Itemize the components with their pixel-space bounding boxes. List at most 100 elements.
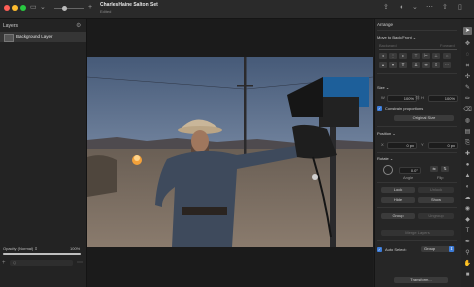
space-v-icon[interactable]: ⇕	[432, 62, 440, 68]
pointer-icon[interactable]: ➤	[463, 27, 472, 35]
chevron-down-icon[interactable]: ⌄	[412, 4, 418, 12]
divider	[377, 73, 457, 74]
width-field[interactable]: 100%	[387, 95, 417, 102]
gradient-icon[interactable]: ▤	[463, 128, 472, 136]
send-backward-icon[interactable]: ▾	[389, 62, 397, 68]
constrain-label: Constrain proportions	[385, 106, 424, 111]
size-section-heading[interactable]: Size ⌄	[377, 85, 389, 90]
share-icon[interactable]: ⇧	[442, 4, 448, 12]
align-middle-icon[interactable]: ⊢	[422, 53, 430, 59]
opacity-label[interactable]: Opacity (Normal) ⇕	[3, 246, 38, 251]
merge-layers-button[interactable]: Merge Layers	[381, 230, 454, 236]
auto-select-checkbox[interactable]: ✓	[377, 247, 382, 252]
zoom-slider[interactable]	[54, 8, 84, 9]
send-back-icon[interactable]: ⇊	[412, 62, 420, 68]
more-icon[interactable]: ⋯	[426, 4, 433, 12]
gear-icon[interactable]: ⚙	[76, 22, 81, 29]
zoom-window-button[interactable]	[20, 5, 26, 11]
chevron-down-icon: ⇕	[449, 246, 454, 252]
document-image[interactable]	[87, 57, 373, 247]
lasso-icon[interactable]: ◌	[463, 51, 472, 59]
backward-label: Backward	[379, 43, 397, 48]
brush-icon[interactable]: ✎	[463, 84, 472, 92]
text-icon[interactable]: T	[463, 227, 472, 235]
unlock-button[interactable]: Unlock	[418, 187, 454, 193]
height-label: H	[421, 95, 424, 100]
move-section-heading[interactable]: Move to Back/Front ⌄	[377, 35, 416, 40]
show-button[interactable]: Show	[418, 197, 454, 203]
space-h-icon[interactable]: ⇹	[422, 62, 430, 68]
zoom-slider-thumb[interactable]	[62, 6, 67, 11]
arrange-order-slider[interactable]	[379, 49, 457, 50]
more-icon[interactable]: ⋯	[77, 259, 83, 266]
align-right-icon[interactable]: ⫸	[399, 53, 407, 59]
close-window-button[interactable]	[4, 5, 10, 11]
zoom-icon[interactable]: ⚲	[463, 249, 472, 257]
crop-icon[interactable]: ⌗	[463, 62, 472, 70]
move-icon[interactable]: ✣	[463, 73, 472, 81]
blur-icon[interactable]: ●	[463, 161, 472, 169]
dodge-icon[interactable]: ◐	[463, 183, 472, 191]
divider	[377, 30, 457, 31]
export-icon[interactable]: ⇪	[383, 4, 389, 12]
heal-icon[interactable]: ✚	[463, 150, 472, 158]
flip-vertical-icon[interactable]: ⇅	[441, 166, 449, 172]
auto-select-value: Group	[424, 246, 436, 251]
angle-label: Angle	[403, 175, 414, 180]
y-field[interactable]: 0 px	[428, 142, 458, 149]
sidebar-toggle-icon[interactable]: ▭	[30, 4, 37, 12]
layer-row[interactable]: Background Layer	[0, 32, 86, 42]
fill-icon[interactable]: ◍	[463, 117, 472, 125]
red-eye-icon[interactable]: ◉	[463, 205, 472, 213]
pencil-icon[interactable]: ✏	[463, 95, 472, 103]
lock-button[interactable]: Lock	[381, 187, 415, 193]
chevron-down-icon[interactable]: ⌄	[40, 4, 46, 12]
align-center-icon[interactable]: ⋮	[389, 53, 397, 59]
auto-select-dropdown[interactable]: Group ⇕	[421, 246, 455, 252]
position-section-heading[interactable]: Position ⌄	[377, 131, 396, 136]
divider	[377, 240, 457, 241]
y-label: Y	[421, 142, 424, 147]
transform-button[interactable]: Transform...	[394, 277, 448, 283]
flip-label: Flip	[437, 175, 444, 180]
rotate-section-heading[interactable]: Rotate ⌄	[377, 156, 393, 161]
minimize-window-button[interactable]	[12, 5, 18, 11]
eraser-icon[interactable]: ⌫	[463, 106, 472, 114]
more-align-icon[interactable]: ⋯	[443, 62, 451, 68]
pen-icon[interactable]: ✒	[463, 238, 472, 246]
hand-icon[interactable]: ✋	[463, 260, 472, 268]
bring-front-icon[interactable]: ⇈	[399, 62, 407, 68]
sponge-icon[interactable]: ☁	[463, 194, 472, 202]
zoom-in-icon[interactable]: +	[88, 4, 92, 12]
opacity-slider-fill	[3, 253, 81, 255]
align-left-icon[interactable]: ⫷	[379, 53, 387, 59]
original-size-button[interactable]: Original Size	[394, 115, 454, 121]
hide-button[interactable]: Hide	[381, 197, 415, 203]
sharpen-icon[interactable]: ▲	[463, 172, 472, 180]
link-icon[interactable]: ⛓	[415, 95, 420, 100]
layers-panel: Layers ⚙ Background Layer Opacity (Norma…	[0, 19, 87, 287]
height-field[interactable]: 100%	[428, 95, 458, 102]
auto-select-label: Auto Select:	[385, 247, 407, 252]
distribute-icon[interactable]: ⇔	[443, 53, 451, 59]
color-icon[interactable]: ■	[463, 271, 472, 279]
arrange-icon[interactable]: ✥	[463, 40, 472, 48]
add-layer-icon[interactable]: +	[2, 260, 6, 266]
align-bottom-icon[interactable]: ⊥	[432, 53, 440, 59]
x-field[interactable]: 0 px	[387, 142, 417, 149]
bring-forward-icon[interactable]: ▴	[379, 62, 387, 68]
document-title: CharlesHaine Salton Set	[100, 2, 158, 8]
layers-heading: Layers	[3, 23, 19, 29]
rotate-dial[interactable]	[383, 165, 393, 175]
layer-search-input[interactable]: Q	[10, 260, 73, 266]
flip-horizontal-icon[interactable]: ⇆	[430, 166, 438, 172]
constrain-checkbox[interactable]: ✓	[377, 106, 382, 111]
angle-field[interactable]: 0.0°	[399, 167, 421, 174]
group-button[interactable]: Group	[381, 213, 415, 219]
sidebar-right-icon[interactable]: ▯	[458, 4, 462, 12]
adjust-icon[interactable]: ◐	[400, 4, 404, 12]
clone-icon[interactable]: ⎘	[463, 139, 472, 147]
align-top-icon[interactable]: ⊤	[412, 53, 420, 59]
ungroup-button[interactable]: Ungroup	[418, 213, 454, 219]
shape-icon[interactable]: ◆	[463, 216, 472, 224]
